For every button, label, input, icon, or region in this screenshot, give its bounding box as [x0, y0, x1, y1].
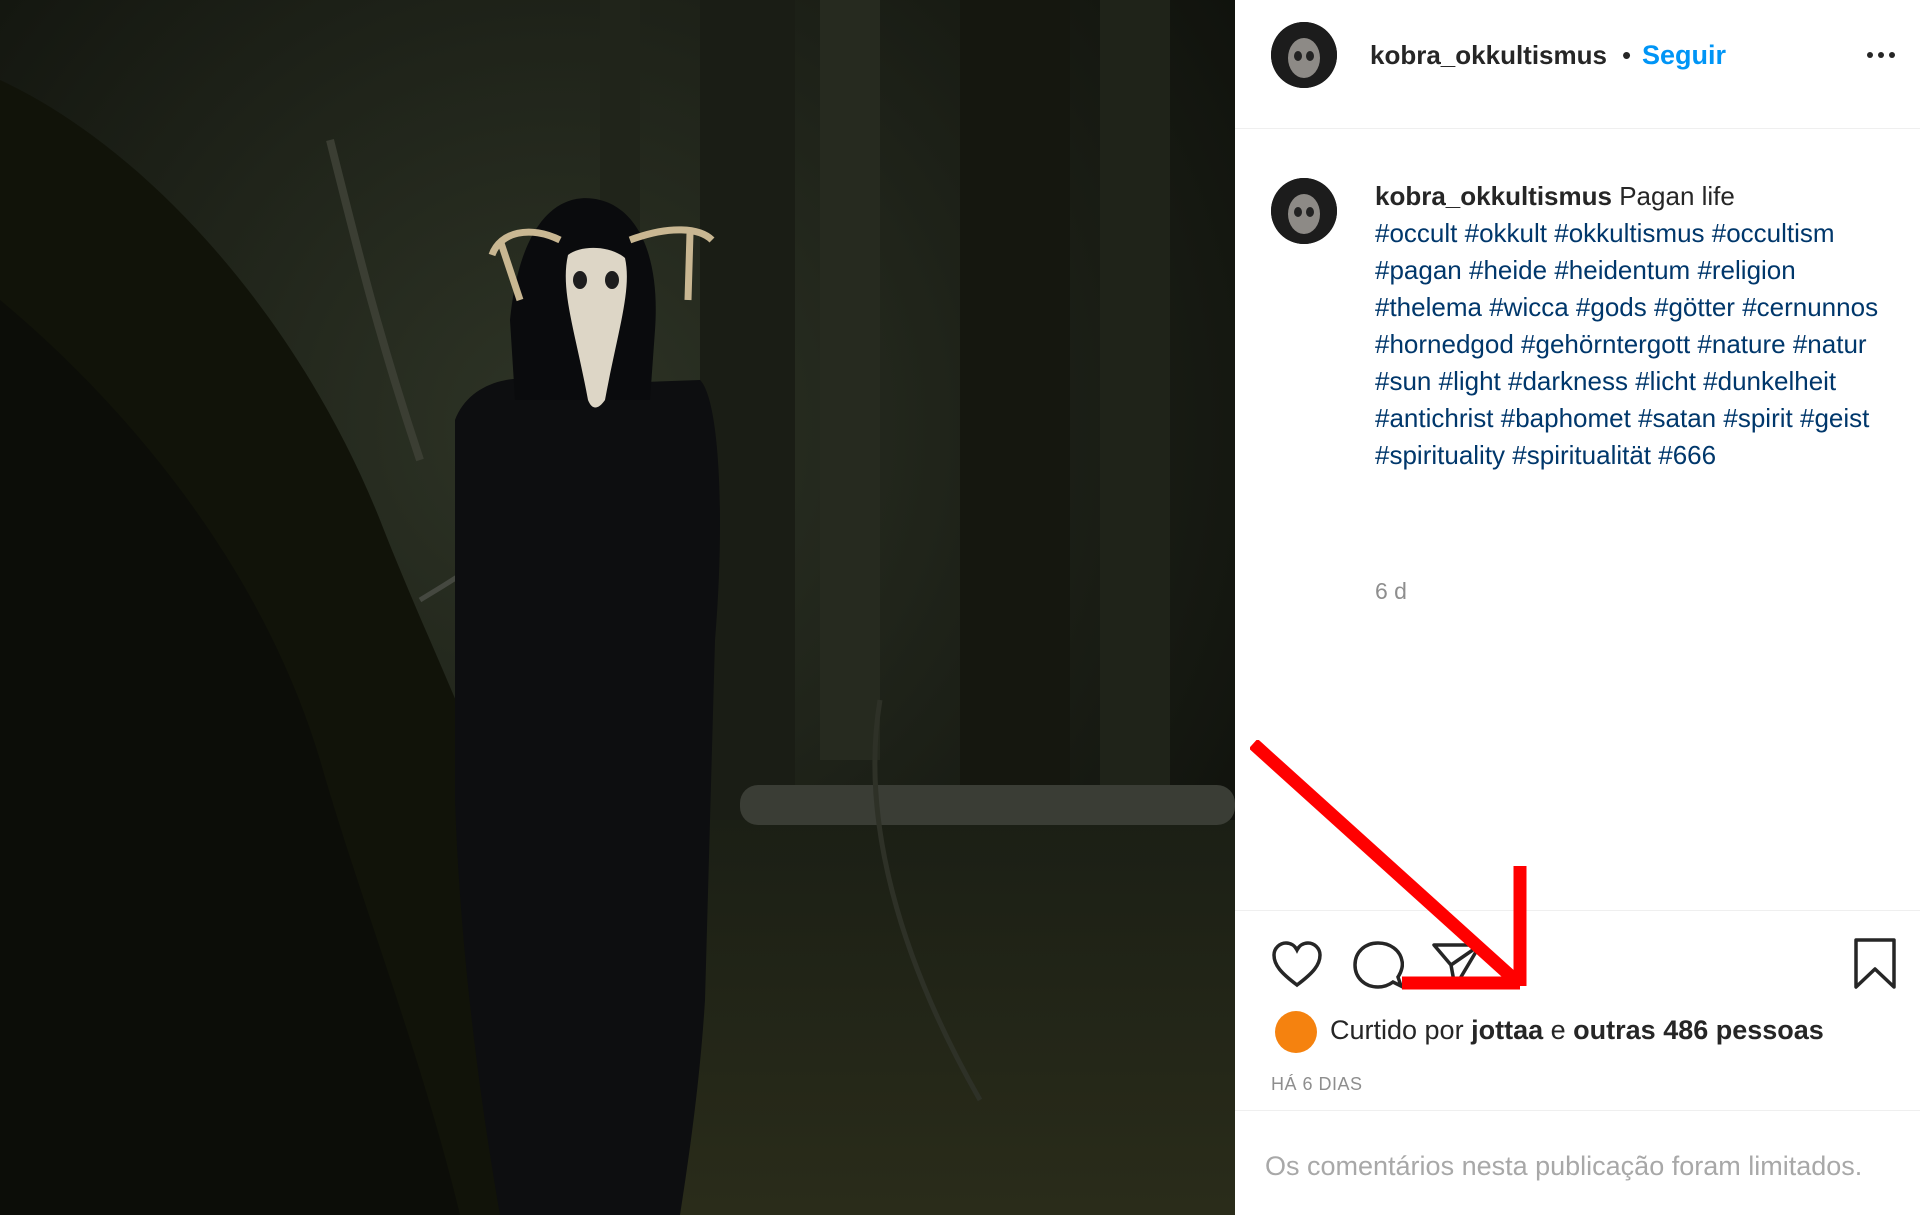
username-link[interactable]: kobra_okkultismus	[1370, 40, 1607, 71]
hashtag-link[interactable]: #gehörntergott	[1521, 329, 1690, 359]
comments-limited-notice: Os comentários nesta publicação foram li…	[1265, 1151, 1863, 1181]
hashtag-link[interactable]: #wicca	[1489, 292, 1568, 322]
hashtag-link[interactable]: #pagan	[1375, 255, 1462, 285]
caption-username[interactable]: kobra_okkultismus	[1375, 181, 1612, 211]
likes-others[interactable]: outras 486 pessoas	[1573, 1015, 1824, 1045]
hashtag-link[interactable]: #geist	[1800, 403, 1869, 433]
hashtag-link[interactable]: #okkultismus	[1554, 218, 1704, 248]
caption-timestamp: 6 d	[1375, 578, 1407, 604]
post-detail-panel: kobra_okkultismus • Seguir kobra_okkulti…	[1235, 0, 1920, 1215]
hashtag-link[interactable]: #hornedgod	[1375, 329, 1514, 359]
hashtag-link[interactable]: #darkness	[1508, 366, 1628, 396]
hashtag-link[interactable]: #antichrist	[1375, 403, 1494, 433]
hashtag-link[interactable]: #sun	[1375, 366, 1431, 396]
liker-username[interactable]: jottaa	[1471, 1015, 1543, 1045]
like-heart-icon[interactable]	[1271, 941, 1323, 989]
hashtag-link[interactable]: #satan	[1638, 403, 1716, 433]
hashtag-link[interactable]: #natur	[1793, 329, 1867, 359]
hashtag-list: #occult #okkult #okkultismus #occultism …	[1375, 218, 1878, 470]
hashtag-link[interactable]: #licht	[1635, 366, 1696, 396]
hashtag-link[interactable]: #heide	[1469, 255, 1547, 285]
hashtag-link[interactable]: #occult	[1375, 218, 1457, 248]
hashtag-link[interactable]: #light	[1439, 366, 1501, 396]
caption-avatar[interactable]	[1271, 178, 1337, 244]
post-actions: Curtido por jottaa e outras 486 pessoas …	[1235, 910, 1920, 1111]
hashtag-link[interactable]: #okkult	[1465, 218, 1547, 248]
hashtag-link[interactable]: #cernunnos	[1742, 292, 1878, 322]
hashtag-link[interactable]: #heidentum	[1554, 255, 1690, 285]
hashtag-link[interactable]: #thelema	[1375, 292, 1482, 322]
hashtag-link[interactable]: #666	[1658, 440, 1716, 470]
bookmark-icon[interactable]	[1852, 937, 1898, 991]
hashtag-link[interactable]: #baphomet	[1501, 403, 1631, 433]
avatar[interactable]	[1271, 22, 1337, 88]
hashtag-link[interactable]: #götter	[1654, 292, 1735, 322]
comment-icon[interactable]	[1352, 941, 1404, 991]
post-date[interactable]: HÁ 6 DIAS	[1271, 1074, 1363, 1095]
liker-avatar[interactable]	[1275, 1011, 1317, 1053]
hashtag-link[interactable]: #gods	[1576, 292, 1647, 322]
post-photo[interactable]	[0, 0, 1235, 1215]
comments-footer: Os comentários nesta publicação foram li…	[1235, 1110, 1920, 1216]
more-options-icon[interactable]	[1863, 44, 1903, 66]
hashtag-link[interactable]: #spirit	[1723, 403, 1792, 433]
hashtag-link[interactable]: #spirituality	[1375, 440, 1505, 470]
likes-conjunction: e	[1550, 1015, 1566, 1045]
hashtag-link[interactable]: #nature	[1697, 329, 1785, 359]
hashtag-link[interactable]: #religion	[1697, 255, 1795, 285]
hashtag-link[interactable]: #occultism	[1712, 218, 1835, 248]
follow-button[interactable]: Seguir	[1642, 40, 1726, 71]
hashtag-link[interactable]: #dunkelheit	[1703, 366, 1836, 396]
caption-text: Pagan life	[1619, 181, 1735, 211]
post-header: kobra_okkultismus • Seguir	[1235, 0, 1920, 129]
post-caption: kobra_okkultismus Pagan life #occult #ok…	[1375, 178, 1895, 474]
share-icon[interactable]	[1431, 941, 1483, 991]
likes-prefix: Curtido por	[1330, 1015, 1464, 1045]
likes-text[interactable]: Curtido por jottaa e outras 486 pessoas	[1330, 1015, 1824, 1046]
hashtag-link[interactable]: #spiritualität	[1512, 440, 1651, 470]
separator-dot: •	[1622, 40, 1632, 70]
